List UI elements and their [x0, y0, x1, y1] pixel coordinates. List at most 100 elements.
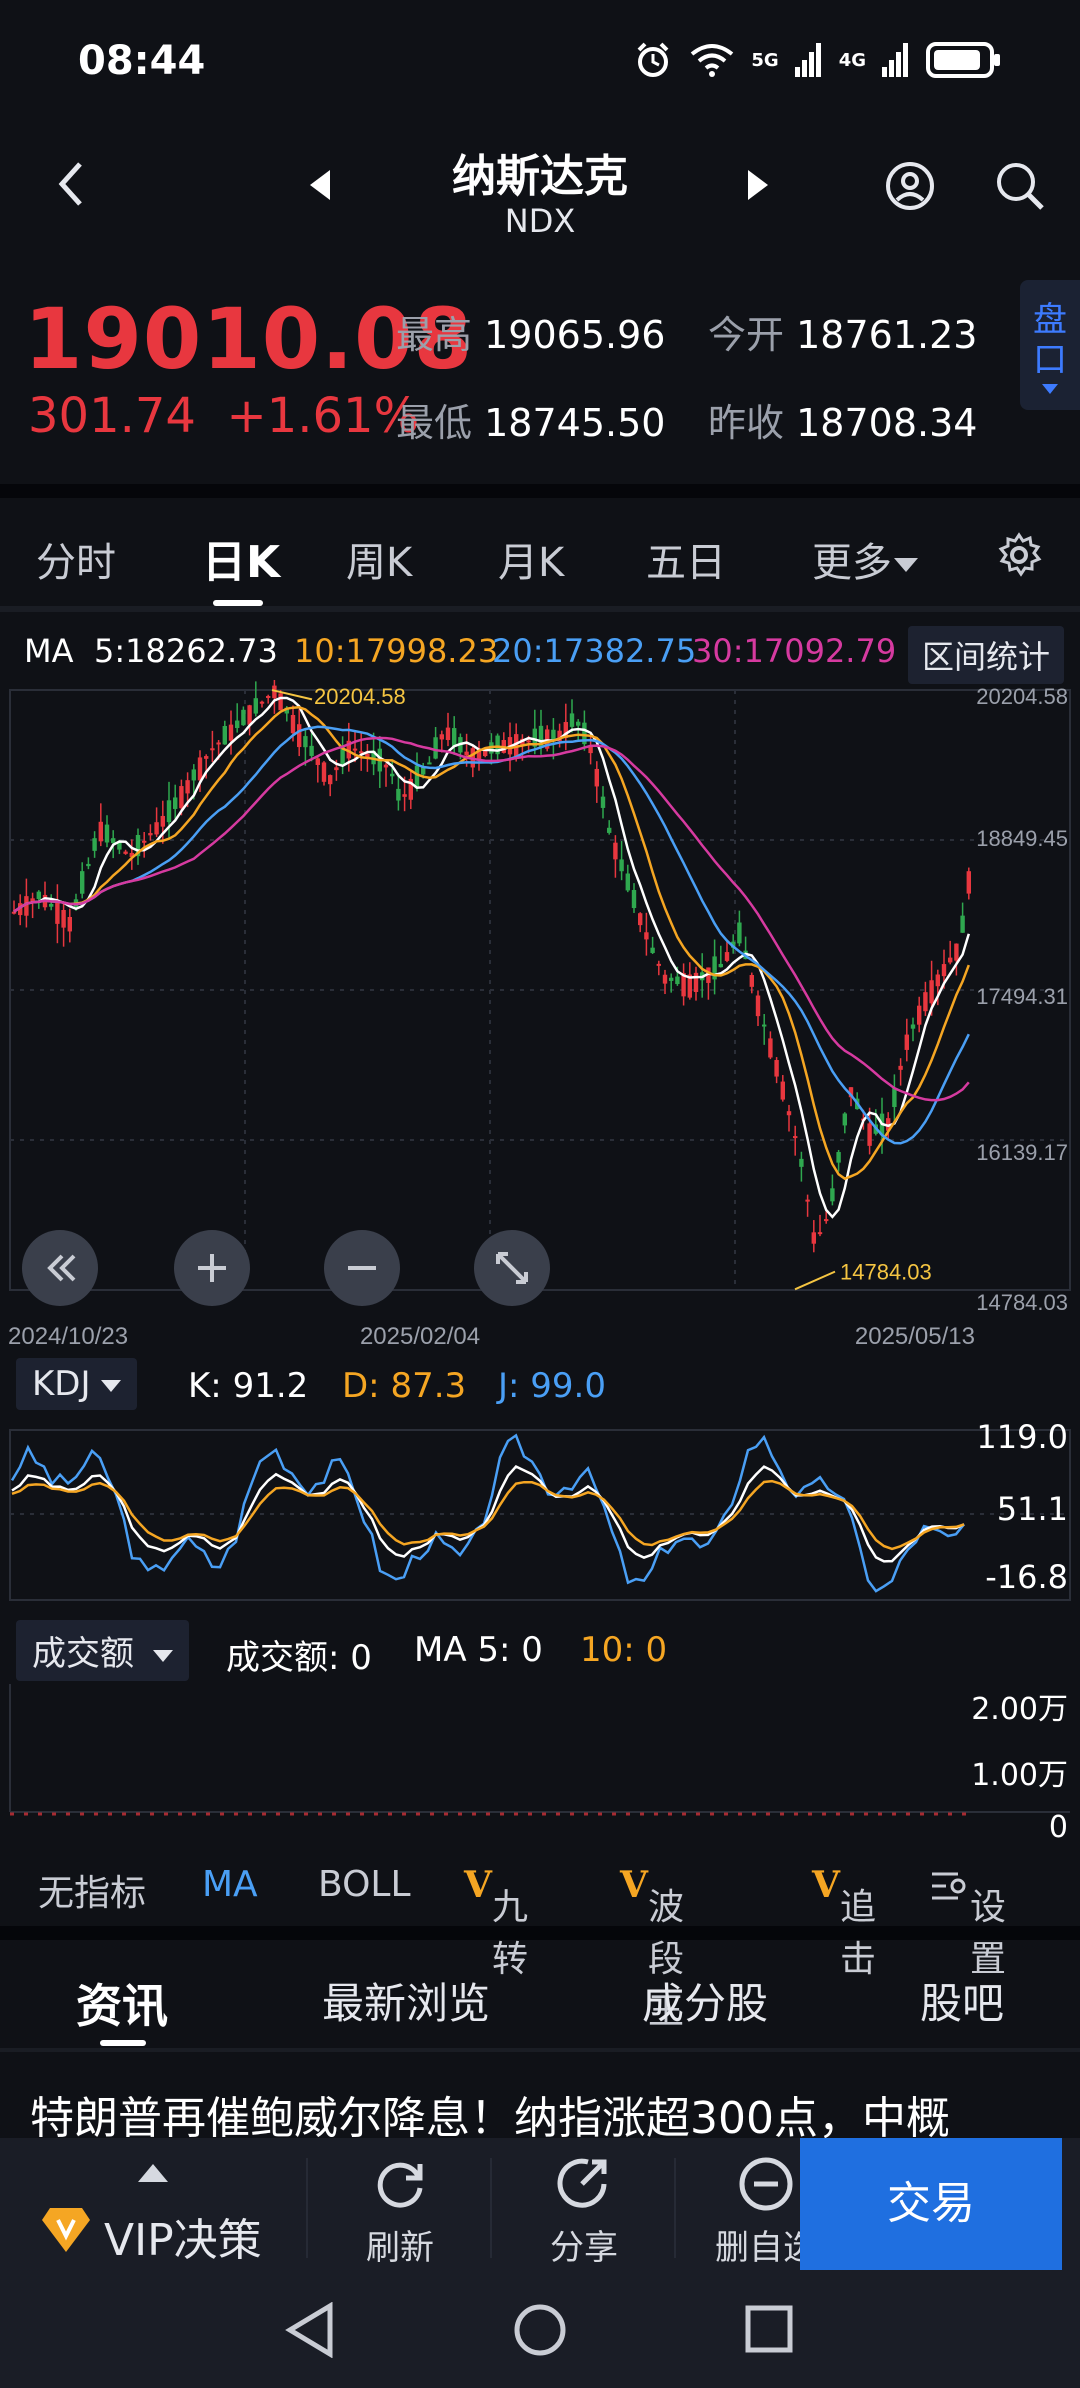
range-stat-button[interactable]: 区间统计 — [907, 626, 1064, 684]
high-value: 19065.96 — [484, 313, 666, 357]
candle-body — [464, 751, 469, 756]
change-value: 301.74 — [28, 388, 196, 444]
kdj-svg — [9, 1429, 1071, 1601]
ma10-value: 10:17998.23 — [294, 632, 499, 670]
caret-up-icon[interactable] — [138, 2164, 168, 2182]
screen: 08:44 5G 4G 纳斯达克 NDX 19010.08 301.74 +1.… — [0, 0, 1080, 2388]
kline-chart[interactable]: 20204.58 18849.45 17494.31 16139.17 14784.03… — [0, 680, 1080, 1350]
bottom-action-bar: VIP决策 刷新 分享 删自选 交易 — [0, 2138, 1080, 2270]
zoom-out-button[interactable] — [324, 1230, 400, 1306]
change-percent: +1.61% — [226, 388, 420, 444]
volume-amount: 成交额: 0 — [226, 1638, 372, 1678]
candle-body — [675, 976, 680, 985]
vip-decision-button[interactable]: VIP决策 — [104, 2204, 262, 2268]
nav-recent-icon[interactable] — [744, 2304, 794, 2354]
candle-body — [278, 693, 283, 711]
candle-body — [619, 859, 624, 872]
candle-body — [805, 1199, 810, 1202]
tab-monthly-k[interactable]: 月K — [498, 530, 564, 588]
candle-body — [166, 800, 172, 823]
indicator-boll[interactable]: BOLL — [318, 1864, 411, 1905]
candle-body — [98, 821, 103, 842]
indicator-wave[interactable]: V 波段王 — [620, 1864, 684, 2032]
x-tick-label: 2025/02/04 — [360, 1323, 480, 1350]
signal-5g-label: 5G — [751, 49, 779, 71]
kdj-selector[interactable]: KDJ — [16, 1358, 138, 1410]
kline-grid — [9, 689, 1071, 1291]
candle-body — [786, 1111, 792, 1116]
volume-ma5: MA 5: 0 — [414, 1630, 543, 1670]
tab-more[interactable]: 更多 — [812, 530, 918, 588]
indicator-nine[interactable]: V 九转 — [464, 1864, 528, 1980]
candle-body — [526, 740, 531, 743]
fullscreen-button[interactable] — [474, 1230, 550, 1306]
share-button[interactable]: 分享 — [514, 2138, 654, 2270]
candle-body — [817, 1232, 823, 1235]
tab-constituents[interactable]: 成分股 — [642, 1970, 768, 2031]
status-time: 08:44 — [78, 38, 206, 84]
tab-news[interactable]: 资讯 — [76, 1970, 168, 2036]
pankou-button[interactable]: 盘 口 — [1020, 280, 1080, 410]
period-tabs: 分时 日K 周K 月K 五日 更多 — [0, 500, 1080, 610]
candle-body — [303, 736, 308, 748]
v-badge-icon: V — [620, 1864, 648, 1906]
expand-icon — [496, 1252, 528, 1284]
candle-body — [774, 1060, 779, 1077]
candle-body — [824, 1219, 829, 1222]
indicator-none[interactable]: 无指标 — [38, 1864, 146, 1916]
candle-body — [173, 797, 178, 809]
candle-body — [631, 889, 637, 909]
settings-gear-icon[interactable] — [996, 532, 1042, 578]
signal-5g-icon — [794, 43, 821, 77]
open-label: 今开 — [708, 313, 785, 357]
indicator-row: 无指标 MA BOLL V 九转 V 波段王 V 追击 设置 — [0, 1850, 1080, 2032]
candle-body — [669, 977, 674, 981]
tab-five-day[interactable]: 五日 — [646, 530, 726, 588]
rewind-button[interactable] — [22, 1230, 98, 1306]
minus-circle-icon — [739, 2157, 793, 2211]
candle-body — [179, 786, 184, 809]
battery-icon — [926, 42, 1000, 78]
user-icon[interactable] — [884, 160, 936, 212]
indicator-settings[interactable]: 设置 — [930, 1864, 1006, 1980]
kdj-tick-bottom: -16.8 — [985, 1558, 1068, 1596]
plus-icon — [198, 1254, 226, 1282]
status-bar: 08:44 5G 4G — [0, 0, 1080, 120]
candle-body — [954, 943, 959, 961]
alarm-icon — [637, 42, 669, 77]
volume-frame — [9, 1684, 1070, 1816]
zoom-in-button[interactable] — [174, 1230, 250, 1306]
volume-selector[interactable]: 成交额 — [16, 1620, 189, 1681]
kdj-k-label: K: — [188, 1366, 222, 1406]
tab-weekly-k[interactable]: 周K — [346, 530, 412, 588]
double-chevron-left-icon — [47, 1254, 76, 1282]
nav-home-icon[interactable] — [512, 2302, 568, 2358]
ma30-line — [13, 736, 970, 1102]
tab-recent[interactable]: 最新浏览 — [322, 1970, 490, 2031]
tab-intraday[interactable]: 分时 — [36, 530, 116, 588]
candle-body — [390, 773, 395, 777]
quote-panel: 19010.08 301.74 +1.61% 最高 19065.96 今开 18… — [0, 270, 1080, 470]
status-icons: 5G 4G — [633, 40, 1002, 80]
candle-body — [576, 721, 581, 726]
candle-body — [36, 891, 41, 899]
nav-back-icon[interactable] — [284, 2302, 336, 2358]
trade-button[interactable]: 交易 — [800, 2138, 1062, 2270]
indicator-chase[interactable]: V 追击 — [812, 1864, 876, 1980]
volume-tick-bottom: 0 — [1048, 1810, 1068, 1845]
candle-body — [768, 1038, 773, 1058]
tab-forum[interactable]: 股吧 — [920, 1970, 1004, 2031]
news-headline[interactable]: 特朗普再催鲍威尔降息！纳指涨超300点，中概 — [30, 2082, 1070, 2146]
tab-daily-k[interactable]: 日K — [202, 526, 280, 590]
ma-label: MA — [24, 632, 74, 670]
next-stock-icon[interactable] — [746, 170, 768, 200]
candle-body — [445, 727, 451, 741]
pankou-label-2: 口 — [1033, 340, 1067, 380]
candle-body — [836, 1152, 841, 1163]
refresh-button[interactable]: 刷新 — [330, 2138, 470, 2270]
candle-body — [142, 840, 147, 843]
candle-body — [197, 757, 203, 781]
indicator-ma[interactable]: MA — [202, 1864, 258, 1905]
search-icon[interactable] — [994, 160, 1046, 212]
system-navbar — [0, 2270, 1080, 2388]
